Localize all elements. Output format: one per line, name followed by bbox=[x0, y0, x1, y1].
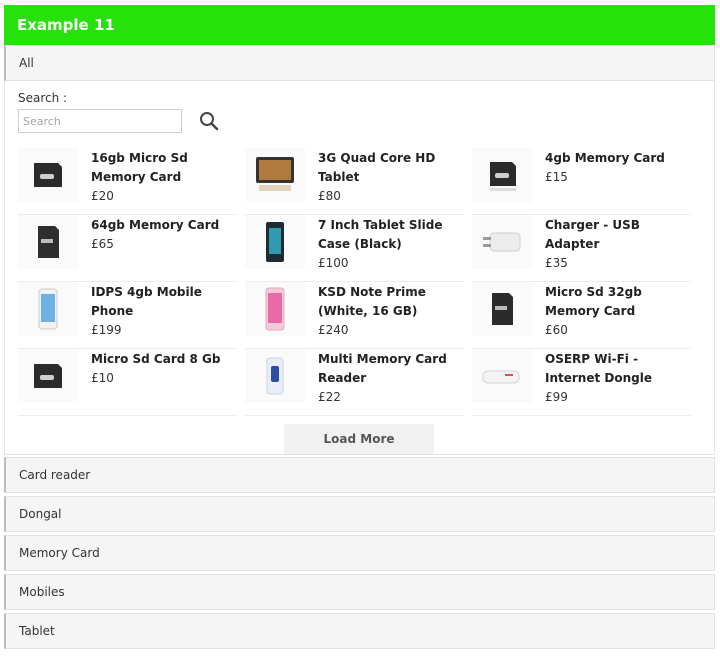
product-price: £240 bbox=[318, 323, 349, 337]
product-name[interactable]: 16gb Micro Sd Memory Card bbox=[91, 149, 241, 187]
product-name[interactable]: IDPS 4gb Mobile Phone bbox=[91, 283, 241, 321]
accordion-header-tablet[interactable]: Tablet bbox=[4, 613, 715, 649]
memory-card-icon bbox=[472, 148, 532, 202]
product-item[interactable]: 16gb Micro Sd Memory Card £20 bbox=[18, 148, 237, 215]
accordion-widget: Example 11 All Search : 16gb Micro Sd Me… bbox=[4, 5, 715, 649]
product-name[interactable]: 4gb Memory Card bbox=[545, 149, 695, 168]
product-item[interactable]: 3G Quad Core HD Tablet £80 bbox=[245, 148, 464, 215]
product-price: £99 bbox=[545, 390, 568, 404]
product-price: £35 bbox=[545, 256, 568, 270]
product-name[interactable]: 64gb Memory Card bbox=[91, 216, 241, 235]
product-name[interactable]: 7 Inch Tablet Slide Case (Black) bbox=[318, 216, 468, 254]
product-price: £65 bbox=[91, 237, 114, 251]
product-item[interactable]: Charger - USB Adapter £35 bbox=[472, 215, 691, 282]
usb-charger-icon bbox=[472, 215, 532, 269]
search-input[interactable] bbox=[18, 109, 182, 133]
product-item[interactable]: Micro Sd 32gb Memory Card £60 bbox=[472, 282, 691, 349]
widget-title: Example 11 bbox=[4, 5, 715, 45]
product-item[interactable]: OSERP Wi-Fi - Internet Dongle £99 bbox=[472, 349, 691, 416]
product-name[interactable]: Micro Sd 32gb Memory Card bbox=[545, 283, 695, 321]
product-name[interactable]: OSERP Wi-Fi - Internet Dongle bbox=[545, 350, 695, 388]
memory-card-icon bbox=[18, 148, 78, 202]
accordion-header-dongal[interactable]: Dongal bbox=[4, 496, 715, 532]
accordion-header-all[interactable]: All bbox=[4, 45, 715, 81]
product-name[interactable]: KSD Note Prime (White, 16 GB) bbox=[318, 283, 468, 321]
product-item[interactable]: 4gb Memory Card £15 bbox=[472, 148, 691, 215]
search-label: Search : bbox=[18, 91, 68, 105]
product-price: £60 bbox=[545, 323, 568, 337]
product-item[interactable]: IDPS 4gb Mobile Phone £199 bbox=[18, 282, 237, 349]
product-price: £100 bbox=[318, 256, 349, 270]
dongle-icon bbox=[472, 349, 532, 403]
memory-card-icon bbox=[18, 349, 78, 403]
product-item[interactable]: Micro Sd Card 8 Gb £10 bbox=[18, 349, 237, 416]
accordion-header-mobiles[interactable]: Mobiles bbox=[4, 574, 715, 610]
search-row bbox=[18, 108, 714, 134]
accordion-panel-all: Search : 16gb Micro Sd Memory Card £20 bbox=[4, 81, 715, 455]
product-item[interactable]: 64gb Memory Card £65 bbox=[18, 215, 237, 282]
card-reader-icon bbox=[245, 349, 305, 403]
product-name[interactable]: Multi Memory Card Reader bbox=[318, 350, 468, 388]
product-price: £20 bbox=[91, 189, 114, 203]
product-name[interactable]: Charger - USB Adapter bbox=[545, 216, 695, 254]
product-name[interactable]: Micro Sd Card 8 Gb bbox=[91, 350, 241, 369]
category-list: Card reader Dongal Memory Card Mobiles T… bbox=[4, 457, 715, 649]
tablet-case-icon bbox=[245, 215, 305, 269]
product-grid: 16gb Micro Sd Memory Card £20 3G Quad Co… bbox=[18, 148, 693, 416]
phone-white-icon bbox=[18, 282, 78, 336]
product-price: £10 bbox=[91, 371, 114, 385]
phone-pink-icon bbox=[245, 282, 305, 336]
product-price: £199 bbox=[91, 323, 122, 337]
product-price: £80 bbox=[318, 189, 341, 203]
product-name[interactable]: 3G Quad Core HD Tablet bbox=[318, 149, 468, 187]
load-more-button[interactable]: Load More bbox=[284, 424, 434, 455]
product-item[interactable]: KSD Note Prime (White, 16 GB) £240 bbox=[245, 282, 464, 349]
product-item[interactable]: 7 Inch Tablet Slide Case (Black) £100 bbox=[245, 215, 464, 282]
memory-card-icon bbox=[472, 282, 532, 336]
product-item[interactable]: Multi Memory Card Reader £22 bbox=[245, 349, 464, 416]
product-price: £15 bbox=[545, 170, 568, 184]
search-icon[interactable] bbox=[198, 110, 220, 132]
memory-card-icon bbox=[18, 215, 78, 269]
tablet-icon bbox=[245, 148, 305, 202]
accordion-header-card-reader[interactable]: Card reader bbox=[4, 457, 715, 493]
accordion-header-memory-card[interactable]: Memory Card bbox=[4, 535, 715, 571]
product-price: £22 bbox=[318, 390, 341, 404]
